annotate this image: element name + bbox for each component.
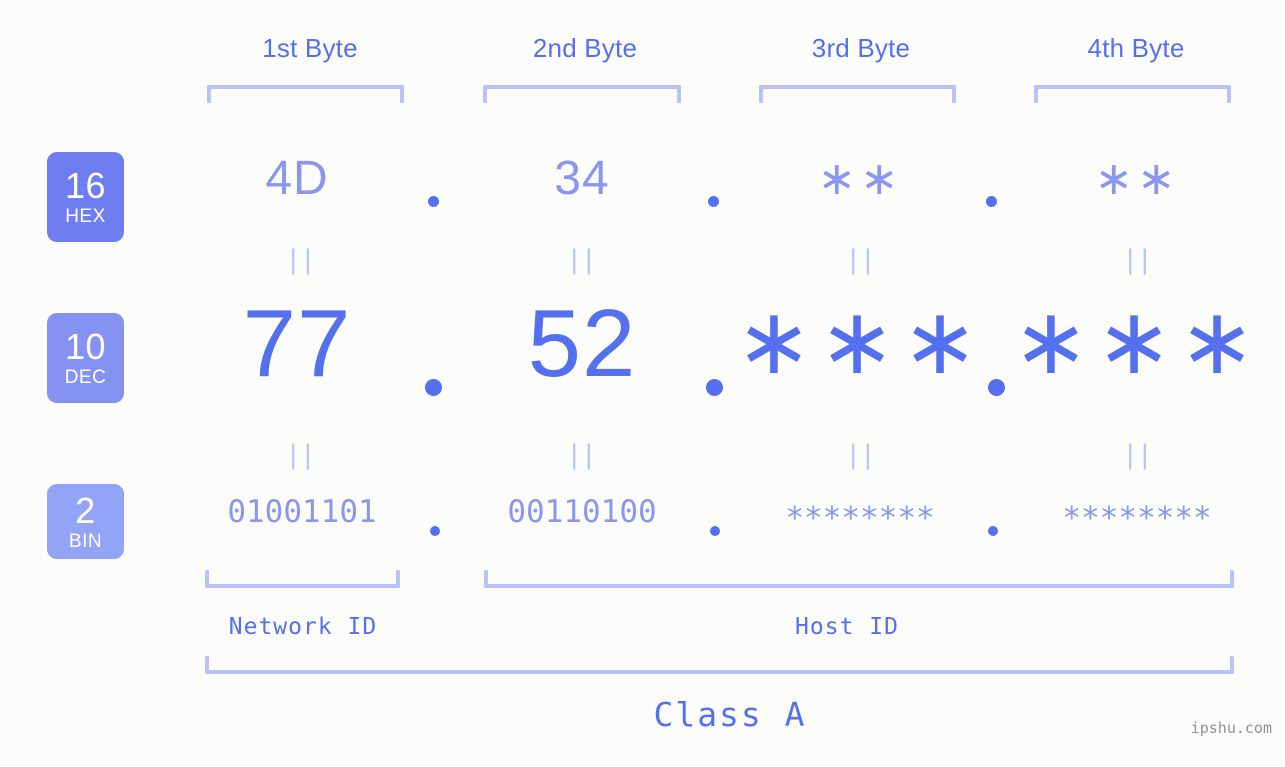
dec-separator-3 [988,379,1005,396]
equality-mark-hex-dec-4: || [1122,245,1152,275]
hex-byte-3: ∗∗ [817,152,903,204]
byte-column-label-2: 2nd Byte [532,33,638,63]
ip-address-breakdown-diagram: 1st Byte 2nd Byte 3rd Byte 4th Byte 16 H… [0,0,1285,767]
equality-mark-dec-bin-4: || [1122,440,1152,470]
bin-byte-4: ∗∗∗∗∗∗∗∗ [1062,494,1212,530]
network-id-bracket [205,570,400,588]
network-id-label: Network ID [228,614,378,640]
equality-mark-hex-dec-3: || [845,245,875,275]
base-badge-hex-name: HEX [65,206,106,227]
class-label: Class A [653,695,807,734]
base-badge-hex-number: 16 [64,165,107,206]
byte-bracket-2 [483,85,681,103]
base-badge-bin-name: BIN [68,530,103,552]
hex-byte-1: 4D [265,152,329,205]
equality-mark-dec-bin-1: || [285,440,315,470]
dec-byte-3: ∗∗∗ [735,291,985,393]
byte-bracket-3 [759,85,956,103]
host-id-bracket [484,570,1234,588]
byte-bracket-1 [207,85,404,103]
equality-mark-hex-dec-1: || [285,245,315,275]
bin-separator-2 [710,526,720,536]
dec-byte-2: 52 [527,290,637,397]
base-badge-bin[interactable]: 2 BIN [47,484,124,559]
dec-byte-4: ∗∗∗ [1012,291,1262,393]
bin-byte-2: 00110100 [507,494,657,530]
equality-mark-dec-bin-2: || [566,440,596,470]
bin-separator-3 [988,526,998,536]
hex-byte-2: 34 [554,152,610,205]
hex-separator-3 [986,196,997,207]
host-id-label: Host ID [795,614,899,640]
hex-byte-4: ∗∗ [1094,152,1180,204]
base-badge-dec-number: 10 [64,326,107,367]
bin-byte-1: 01001101 [227,494,377,530]
bin-byte-3: ∗∗∗∗∗∗∗∗ [785,494,935,530]
class-bracket [205,656,1234,674]
equality-mark-hex-dec-2: || [566,245,596,275]
base-badge-bin-number: 2 [75,489,96,531]
dec-separator-1 [425,379,442,396]
byte-column-label-4: 4th Byte [1087,33,1185,63]
base-badge-dec[interactable]: 10 DEC [47,313,124,403]
base-badge-hex[interactable]: 16 HEX [47,152,124,242]
byte-column-label-3: 3rd Byte [811,33,911,63]
byte-bracket-4 [1034,85,1231,103]
dec-byte-1: 77 [242,290,352,397]
equality-mark-dec-bin-3: || [845,440,875,470]
bin-separator-1 [430,526,440,536]
site-watermark: ipshu.com [1190,719,1272,737]
hex-separator-2 [708,196,719,207]
base-badge-dec-name: DEC [64,367,107,388]
dec-separator-2 [706,379,723,396]
hex-separator-1 [428,196,439,207]
byte-column-label-1: 1st Byte [262,33,358,63]
